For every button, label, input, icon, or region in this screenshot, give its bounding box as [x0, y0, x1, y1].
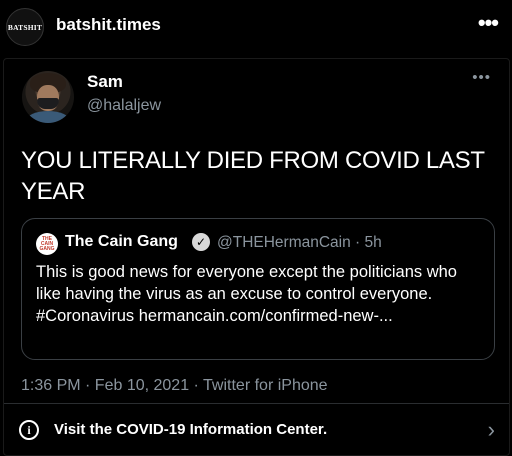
info-icon: i	[19, 420, 39, 440]
tweet-author-handle: @halaljew	[87, 97, 162, 114]
divider	[4, 403, 509, 404]
tweet-author-name: Sam	[87, 72, 123, 91]
quoted-tweet-text: This is good news for everyone except th…	[36, 263, 457, 325]
tweet-author-avatar	[22, 71, 74, 123]
post-header: BATSHIT batshit.times •••	[0, 0, 512, 52]
account-avatar-text: BATSHIT	[7, 22, 43, 32]
covid-info-text: Visit the COVID-19 Information Center.	[54, 421, 328, 438]
account-avatar[interactable]: BATSHIT	[6, 8, 44, 46]
quoted-author-avatar: THE CAIN GANG	[36, 233, 58, 255]
quoted-author-name: The Cain Gang	[65, 233, 178, 250]
tweet-card: Sam @halaljew ••• YOU LITERALLY DIED FRO…	[3, 58, 510, 456]
account-username[interactable]: batshit.times	[56, 15, 161, 35]
tweet-text: YOU LITERALLY DIED FROM COVID LAST YEAR	[21, 147, 485, 205]
covid-info-link[interactable]: i Visit the COVID-19 Information Center.…	[4, 405, 509, 455]
tweet-meta: 1:36 PM · Feb 10, 2021 · Twitter for iPh…	[21, 377, 328, 394]
verified-badge-icon: ✓	[192, 233, 210, 251]
quoted-author-handle: @THEHermanCain · 5h	[217, 234, 382, 251]
quoted-tweet: THE CAIN GANG The Cain Gang ✓ @THEHerman…	[21, 218, 495, 360]
chevron-right-icon: ›	[487, 417, 495, 442]
tweet-more-icon: •••	[472, 69, 491, 86]
ellipsis-icon[interactable]: •••	[478, 10, 499, 36]
